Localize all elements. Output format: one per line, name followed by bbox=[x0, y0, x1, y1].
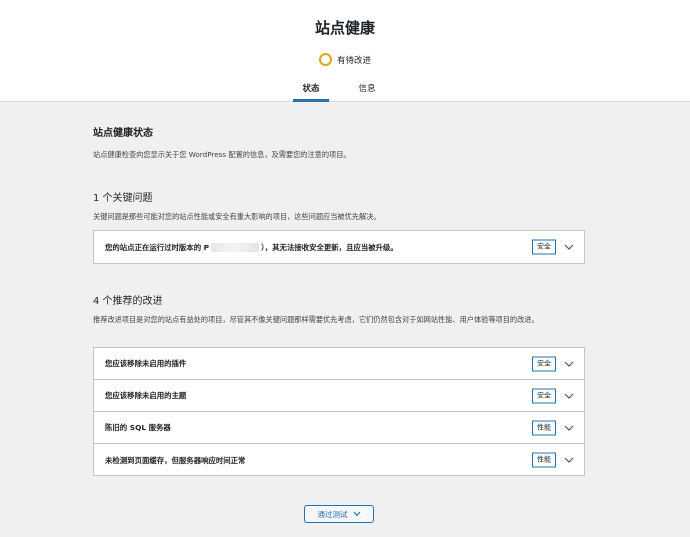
issue-title-suffix: ），其无法接收安全更新，且应当被升级。 bbox=[261, 242, 398, 252]
chevron-down-icon[interactable] bbox=[564, 424, 574, 432]
status-label: 有待改进 bbox=[336, 55, 371, 66]
critical-description: 关键问题是那些可能对您的站点性能或安全有重大影响的项目，这些问题应当被优先解决。 bbox=[93, 212, 381, 221]
section-heading: 站点健康状态 bbox=[93, 128, 153, 139]
issue-title: 未检测到页面缓存，但服务器响应时间正常 bbox=[105, 455, 246, 465]
security-badge: 安全 bbox=[532, 388, 556, 403]
performance-badge: 性能 bbox=[532, 420, 556, 435]
chevron-down-icon[interactable] bbox=[564, 456, 574, 464]
chevron-down-icon[interactable] bbox=[564, 392, 574, 400]
issue-item-old-sql-server[interactable]: 陈旧的 SQL 服务器 性能 bbox=[94, 412, 584, 444]
issue-item-inactive-plugins[interactable]: 您应该移除未启用的插件 安全 bbox=[94, 348, 584, 380]
issue-title-prefix: 您的站点正在运行过时版本的 P bbox=[105, 242, 210, 252]
critical-issues-list: 您的站点正在运行过时版本的 P ），其无法接收安全更新，且应当被升级。 安全 bbox=[93, 230, 585, 264]
status-ring-icon bbox=[318, 53, 332, 66]
issue-title: 您应该移除未启用的插件 bbox=[105, 359, 187, 368]
health-status: 有待改进 bbox=[0, 53, 690, 66]
passed-tests-button[interactable]: 通过测试 bbox=[304, 505, 374, 523]
issue-title: 您应该移除未启用的主题 bbox=[105, 391, 187, 400]
issue-item-outdated-php[interactable]: 您的站点正在运行过时版本的 P ），其无法接收安全更新，且应当被升级。 安全 bbox=[94, 231, 584, 263]
chevron-down-icon[interactable] bbox=[564, 243, 574, 251]
recommended-description: 推荐改进项目是对您的站点有益处的项目，尽管其不像关键问题那样需要优先考虑，它们仍… bbox=[93, 315, 539, 324]
security-badge: 安全 bbox=[532, 356, 556, 371]
redacted-version bbox=[211, 242, 260, 252]
chevron-down-icon bbox=[353, 511, 360, 517]
critical-heading: 1 个关键问题 bbox=[93, 193, 153, 204]
passed-tests-label: 通过测试 bbox=[317, 509, 348, 519]
issue-item-page-cache[interactable]: 未检测到页面缓存，但服务器响应时间正常 性能 bbox=[94, 444, 584, 476]
tab-status[interactable]: 状态 bbox=[293, 82, 329, 102]
section-description: 站点健康检查向您显示关于您 WordPress 配置的信息，及需要您的注意的项目… bbox=[93, 150, 351, 159]
performance-badge: 性能 bbox=[532, 452, 556, 468]
recommended-improvements-list: 您应该移除未启用的插件 安全 您应该移除未启用的主题 安全 陈旧的 SQL 服务… bbox=[93, 347, 585, 476]
page-title: 站点健康 bbox=[314, 19, 375, 37]
security-badge: 安全 bbox=[532, 239, 556, 255]
issue-title: 您的站点正在运行过时版本的 P ），其无法接收安全更新，且应当被升级。 bbox=[105, 242, 398, 253]
recommended-heading: 4 个推荐的改进 bbox=[93, 296, 163, 307]
tab-info[interactable]: 信息 bbox=[349, 82, 385, 102]
chevron-down-icon[interactable] bbox=[564, 360, 574, 368]
issue-item-inactive-themes[interactable]: 您应该移除未启用的主题 安全 bbox=[94, 380, 584, 412]
issue-title: 陈旧的 SQL 服务器 bbox=[105, 423, 171, 432]
page-header: 站点健康 有待改进 状态 信息 bbox=[0, 0, 690, 102]
